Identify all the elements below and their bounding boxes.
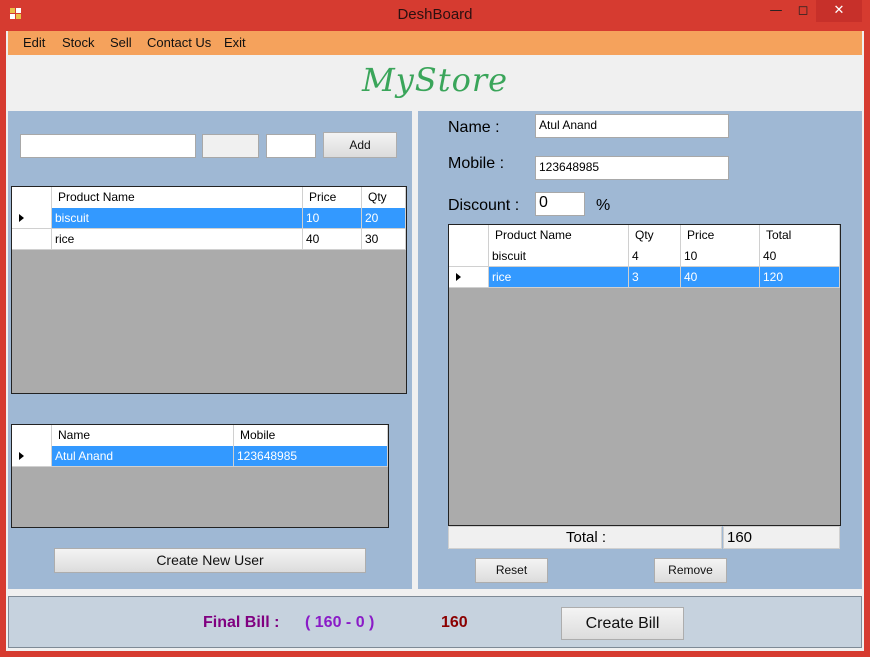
row-pointer-icon [19,214,24,222]
row-selector[interactable] [449,246,489,267]
remove-button[interactable]: Remove [654,558,727,583]
column-header-product[interactable]: Product Name [489,225,629,246]
final-bill-value: 160 [441,614,468,631]
final-bill-label: Final Bill : [203,614,280,631]
column-header-price[interactable]: Price [681,225,760,246]
total-label-box: Total : [448,526,722,549]
left-panel: Add Product Name Price Qty biscuit 10 20… [8,111,412,589]
cell-price[interactable]: 10 [303,208,362,229]
menu-exit[interactable]: Exit [224,35,246,50]
menu-stock[interactable]: Stock [62,35,95,50]
row-header-corner [12,187,52,208]
total-value: 160 [727,529,753,546]
brand-strip: MyStore [8,55,862,111]
menu-bar: Edit Stock Sell Contact Us Exit [8,31,862,55]
cell-price[interactable]: 10 [681,246,760,267]
menu-sell[interactable]: Sell [110,35,132,50]
create-bill-button[interactable]: Create Bill [561,607,684,640]
product-price-input[interactable] [202,134,259,158]
column-header-total[interactable]: Total [760,225,840,246]
column-header-name[interactable]: Name [52,425,234,446]
cell-mobile[interactable]: 123648985 [234,446,388,467]
row-selector[interactable] [12,446,52,467]
column-header-qty[interactable]: Qty [629,225,681,246]
cell-price[interactable]: 40 [303,229,362,250]
total-value-box: 160 [723,526,840,549]
product-qty-input[interactable] [266,134,316,158]
customer-name-input[interactable]: Atul Anand [535,114,729,138]
bill-grid[interactable]: Product Name Qty Price Total biscuit 4 1… [448,224,841,526]
row-header-corner [449,225,489,246]
row-selector[interactable] [12,229,52,250]
bill-grid-header: Product Name Qty Price Total [449,225,840,246]
cell-product[interactable]: rice [52,229,303,250]
user-grid-header: Name Mobile [12,425,388,446]
menu-edit[interactable]: Edit [23,35,45,50]
row-pointer-icon [456,273,461,281]
percent-sign: % [596,197,611,214]
row-selector[interactable] [12,208,52,229]
column-header-product[interactable]: Product Name [52,187,303,208]
row-header-corner [12,425,52,446]
mobile-label: Mobile : [448,155,505,172]
cell-qty[interactable]: 30 [362,229,406,250]
name-label: Name : [448,119,500,136]
discount-input[interactable]: 0 [535,192,585,216]
product-name-input[interactable] [20,134,196,158]
customer-mobile-input[interactable]: 123648985 [535,156,729,180]
cell-name[interactable]: Atul Anand [52,446,234,467]
row-selector[interactable] [449,267,489,288]
column-header-qty[interactable]: Qty [362,187,406,208]
column-header-mobile[interactable]: Mobile [234,425,388,446]
cell-product[interactable]: biscuit [52,208,303,229]
cell-product[interactable]: biscuit [489,246,629,267]
add-button[interactable]: Add [323,132,397,158]
cell-qty[interactable]: 4 [629,246,681,267]
stock-grid[interactable]: Product Name Price Qty biscuit 10 20 ric… [11,186,407,394]
minimize-icon[interactable]: — [762,0,790,22]
close-icon[interactable]: ✕ [816,0,862,22]
cell-product[interactable]: rice [489,267,629,288]
create-new-user-button[interactable]: Create New User [54,548,366,573]
right-panel: Name : Atul Anand Mobile : 123648985 Dis… [418,111,862,589]
stock-grid-header: Product Name Price Qty [12,187,406,208]
cell-price[interactable]: 40 [681,267,760,288]
discount-label: Discount : [448,197,520,214]
bottom-bar: Final Bill : ( 160 - 0 ) 160 Create Bill [8,596,862,648]
cell-qty[interactable]: 20 [362,208,406,229]
row-pointer-icon [19,452,24,460]
store-logo-text: MyStore [361,61,509,99]
cell-total[interactable]: 120 [760,267,840,288]
cell-total[interactable]: 40 [760,246,840,267]
cell-qty[interactable]: 3 [629,267,681,288]
total-label: Total : [565,529,607,546]
window-title: DeshBoard [397,6,473,23]
maximize-icon[interactable]: ◻ [790,0,816,22]
menu-contact-us[interactable]: Contact Us [147,35,211,50]
user-grid[interactable]: Name Mobile Atul Anand 123648985 [11,424,389,528]
reset-button[interactable]: Reset [475,558,548,583]
final-bill-formula: ( 160 - 0 ) [305,614,375,631]
column-header-price[interactable]: Price [303,187,362,208]
title-bar: DeshBoard — ◻ ✕ [0,0,870,31]
